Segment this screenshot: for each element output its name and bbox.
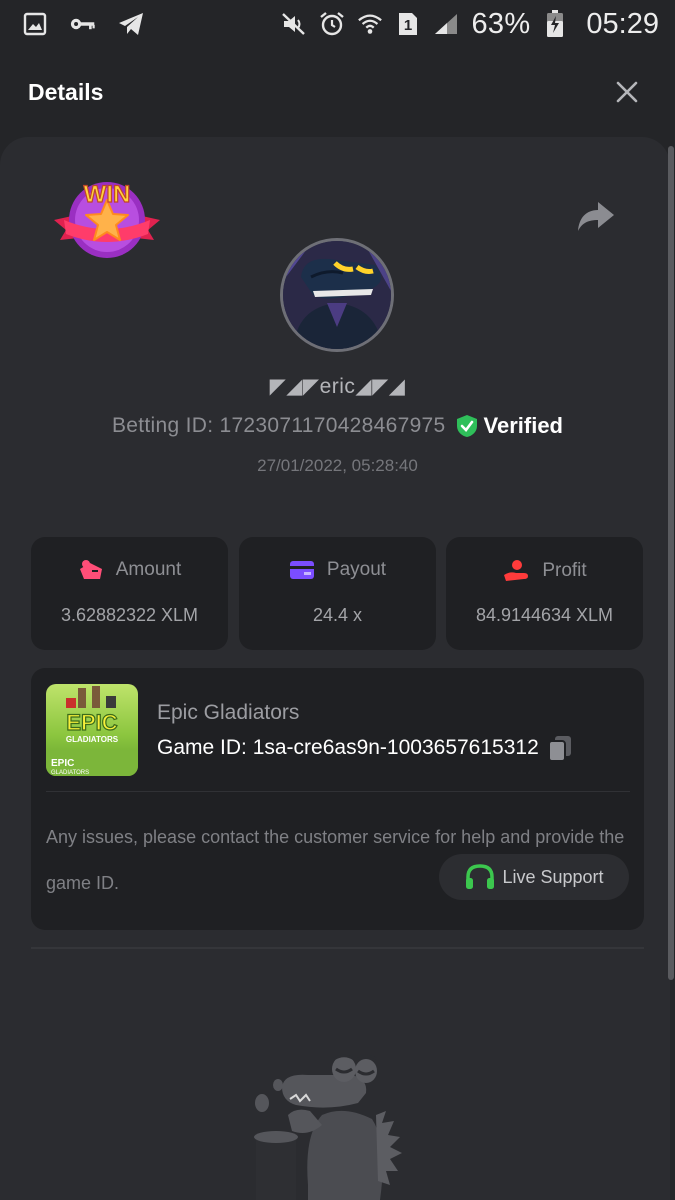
avatar <box>280 238 394 352</box>
key-icon <box>70 11 96 37</box>
thumb-subtitle: GLADIATORS <box>66 735 119 744</box>
battery-icon <box>542 10 568 37</box>
verified-label: Verified <box>483 413 563 438</box>
image-icon <box>22 11 48 37</box>
betting-id: Betting ID: 1723071170428467975 <box>111 414 446 437</box>
sim-label: 1 <box>404 17 412 34</box>
close-button[interactable] <box>607 72 647 112</box>
stat-label: Profit <box>542 560 587 581</box>
profit-hand-icon <box>504 560 529 581</box>
status-time: 05:29 <box>586 7 659 40</box>
copy-button[interactable] <box>547 734 573 762</box>
stat-label: Amount <box>115 559 182 580</box>
share-button[interactable] <box>576 198 616 236</box>
signal-icon <box>433 11 459 37</box>
crocodile-mascot-illustration <box>248 1045 428 1200</box>
share-arrow-icon <box>578 202 614 231</box>
page-title: Details <box>28 78 104 105</box>
verified-badge: Verified <box>456 413 563 439</box>
mute-icon <box>281 11 307 37</box>
bet-datetime: 27/01/2022, 05:28:40 <box>257 456 418 475</box>
close-icon <box>616 81 638 103</box>
thumb-title: EPIC <box>66 710 117 735</box>
headset-icon <box>466 864 495 889</box>
status-right-icons: 1 63% 05:29 <box>281 8 659 41</box>
scrollbar[interactable] <box>668 146 674 980</box>
username: ◤◢◤eric◢◤◢ <box>269 375 406 398</box>
game-card: EPIC GLADIATORS EPIC GLADIATORS Epic Gla… <box>31 668 644 930</box>
header: Details <box>0 62 675 122</box>
betting-id-row: Betting ID: 1723071170428467975 Verified <box>0 413 675 439</box>
status-left-icons <box>22 11 144 37</box>
status-bar: 1 63% 05:29 <box>0 0 675 48</box>
section-divider <box>31 947 644 949</box>
telegram-icon <box>118 11 144 37</box>
live-support-button[interactable]: Live Support <box>439 854 629 900</box>
stat-card-amount: Amount 3.62882322 XLM <box>31 537 228 650</box>
win-badge: WIN <box>52 176 162 260</box>
stat-label: Payout <box>326 559 387 580</box>
payout-card-icon <box>289 561 314 579</box>
divider <box>46 791 630 792</box>
battery-percent: 63% <box>471 7 531 40</box>
thumb-footer-title: EPIC <box>51 758 74 769</box>
stat-value: 24.4 x <box>312 605 363 625</box>
game-thumbnail[interactable]: EPIC GLADIATORS EPIC GLADIATORS <box>46 684 138 776</box>
game-id: Game ID: 1sa-cre6as9n-1003657615312 <box>157 736 539 759</box>
win-badge-text: WIN <box>84 181 131 208</box>
wifi-icon <box>357 11 383 37</box>
verified-shield-icon <box>456 415 477 437</box>
copy-icon <box>547 736 571 762</box>
stat-card-payout: Payout 24.4 x <box>239 537 436 650</box>
amount-icon <box>79 560 102 579</box>
live-support-label: Live Support <box>502 866 604 887</box>
sim-icon: 1 <box>395 11 421 37</box>
game-id-row: Game ID: 1sa-cre6as9n-1003657615312 <box>157 734 573 762</box>
stat-card-profit: Profit 84.9144634 XLM <box>446 537 643 650</box>
thumb-footer-subtitle: GLADIATORS <box>51 770 89 776</box>
game-name: Epic Gladiators <box>157 701 300 724</box>
alarm-icon <box>319 11 345 37</box>
stat-value: 3.62882322 XLM <box>60 605 199 625</box>
stat-value: 84.9144634 XLM <box>475 605 614 625</box>
